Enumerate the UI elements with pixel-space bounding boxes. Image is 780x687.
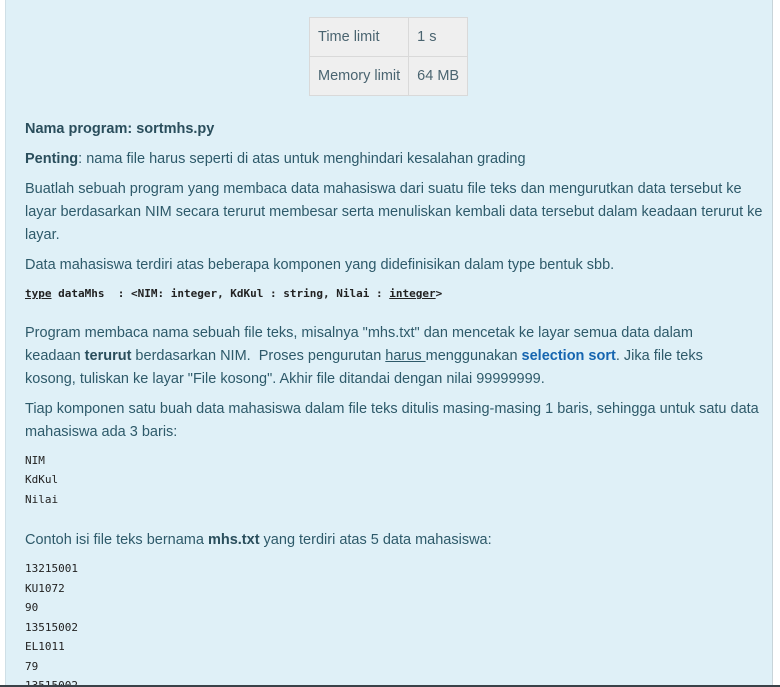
format-para: Tiap komponen satu buah data mahasiswa d… [25,400,759,440]
type-intro: Data mahasiswa terdiri atas beberapa kom… [25,257,615,273]
time-limit-row: Time limit 1 s [308,17,469,57]
penting-note: Penting: nama file harus seperti di atas… [25,148,765,171]
limit-label: Memory limit [308,56,410,96]
sample-line: 13515002 [25,620,78,634]
limit-label: Time limit [308,17,410,57]
sample-line: 79 [25,659,39,673]
type-definition: type dataMhs : <NIM: integer, KdKul : st… [25,284,765,304]
sample-line: KU1072 [25,581,65,595]
sample-line: EL1011 [25,640,65,653]
problem-statement: Nama program: sortmhs.py Penting: nama f… [25,118,765,685]
limit-value: 64 MB [408,56,469,96]
type-keyword: type [25,287,52,300]
penting-label: Penting [25,151,79,167]
sample-line: 13215001 [25,562,78,575]
type-body: dataMhs : <NIM: integer, KdKul : string,… [51,287,390,300]
example-intro: Contoh isi file teks bernama mhs.txt yan… [25,532,492,548]
sample-line: 13515002 [25,676,765,685]
sample-line: 90 [25,601,39,614]
limit-value: 1 s [408,17,469,57]
process-para: Program membaca nama sebuah file teks, m… [25,324,703,387]
fields-list: NIM KdKul Nilai [25,451,765,510]
field: KdKul [25,473,59,486]
penting-text: : nama file harus seperti di atas untuk … [78,151,526,167]
program-name: Nama program: sortmhs.py [25,121,215,137]
type-end: > [435,287,443,300]
field: NIM [25,453,45,467]
sample-file: 13215001 KU1072 90 13515002 EL1011 79 13… [25,559,765,685]
description-para: Buatlah sebuah program yang membaca data… [25,181,763,243]
problem-panel: Time limit 1 s Memory limit 64 MB Nama pro… [5,0,773,685]
field: Nilai [25,492,59,506]
limits-table: Time limit 1 s Memory limit 64 MB [308,17,469,96]
memory-limit-row: Memory limit 64 MB [308,56,469,96]
type-integer: integer [389,287,436,300]
